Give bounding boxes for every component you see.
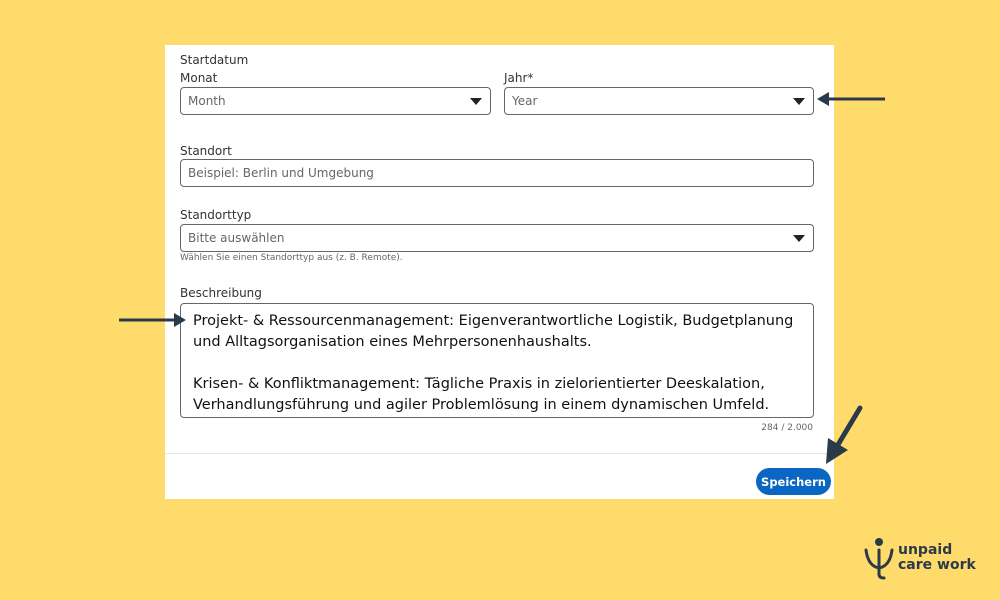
unpaid-care-work-logo: unpaid care work (862, 536, 982, 580)
description-textarea[interactable]: Projekt- & Ressourcenmanagement: Eigenve… (180, 303, 814, 418)
year-select-value: Year (512, 94, 538, 108)
month-select-value: Month (188, 94, 226, 108)
start-date-heading: Startdatum (180, 53, 249, 67)
description-paragraph: Krisen- & Konfliktmanagement: Tägliche P… (193, 376, 770, 413)
arrow-down-left-icon (826, 405, 863, 464)
year-label: Jahr* (504, 71, 534, 85)
arrow-right-icon (119, 313, 186, 327)
character-counter: 284 / 2.000 (761, 423, 813, 433)
month-select[interactable]: Month (180, 87, 491, 115)
care-figure-icon (864, 538, 894, 580)
location-type-label: Standorttyp (180, 208, 252, 222)
save-button[interactable]: Speichern (756, 468, 831, 495)
brand-line-2: care work (898, 557, 976, 573)
dropdown-caret-icon (793, 235, 805, 242)
location-type-hint: Wählen Sie einen Standorttyp aus (z. B. … (180, 253, 403, 263)
description-paragraph: Projekt- & Ressourcenmanagement: Eigenve… (193, 313, 794, 350)
experience-form-panel: Startdatum Monat Month Jahr* Year Stando… (165, 45, 834, 499)
arrow-left-icon (817, 92, 885, 106)
month-label: Monat (180, 71, 218, 85)
location-label: Standort (180, 144, 232, 158)
location-type-select[interactable]: Bitte auswählen (180, 224, 814, 252)
location-placeholder: Beispiel: Berlin und Umgebung (188, 166, 374, 180)
location-type-value: Bitte auswählen (188, 231, 285, 245)
description-label: Beschreibung (180, 286, 262, 300)
brand-line-1: unpaid (898, 542, 953, 558)
dropdown-caret-icon (793, 98, 805, 105)
footer-divider (165, 453, 834, 454)
brand-wordmark: unpaid care work (898, 543, 976, 573)
location-input[interactable]: Beispiel: Berlin und Umgebung (180, 159, 814, 187)
year-select[interactable]: Year (504, 87, 814, 115)
dropdown-caret-icon (470, 98, 482, 105)
